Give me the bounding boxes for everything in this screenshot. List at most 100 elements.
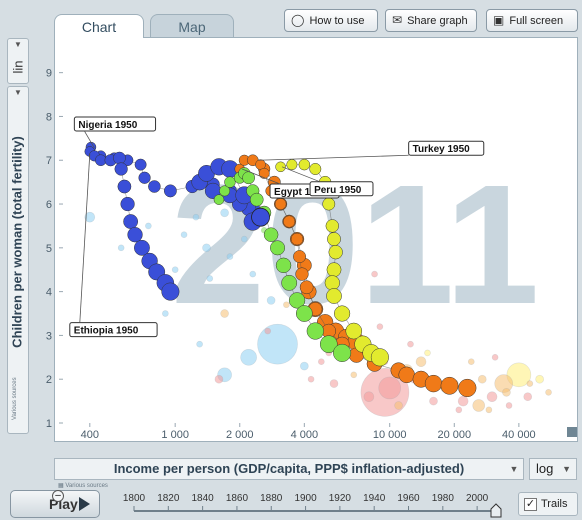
how-to-use-button[interactable]: ◯ How to use: [284, 9, 378, 32]
tab-chart-label: Chart: [81, 19, 117, 35]
timeline-year-label: 1980: [432, 493, 455, 504]
trail-point: [258, 167, 270, 179]
trail-point: [138, 171, 151, 184]
trail-point: [325, 219, 339, 233]
x-various-sources-text: Various sources: [65, 483, 108, 489]
tab-map[interactable]: Map: [150, 14, 234, 38]
x-axis-title-bar[interactable]: Income per person (GDP/capita, PPP$ infl…: [54, 458, 524, 480]
y-tick-label: 7: [46, 155, 52, 167]
timeline-year-label: 1820: [157, 493, 180, 504]
timeline-year-label: 1900: [294, 493, 317, 504]
timeline-year-label: 2000: [466, 493, 489, 504]
trail-point: [293, 250, 307, 264]
resize-icon: [567, 427, 577, 437]
country-bubble: [363, 391, 375, 403]
country-bubble: [192, 213, 200, 221]
timeline-year-label: 1840: [192, 493, 215, 504]
trail-point: [224, 176, 236, 188]
country-bubble: [526, 380, 534, 387]
trail-point: [326, 262, 342, 278]
x-tick-label: 20 000: [437, 429, 471, 441]
country-bubble: [455, 406, 463, 414]
country-bubble: [162, 310, 169, 317]
trail-point: [263, 227, 279, 242]
country-bubble: [485, 406, 493, 414]
trail-point: [328, 245, 343, 260]
trail-point: [334, 305, 351, 322]
country-bubble: [491, 354, 499, 361]
x-dropdown-arrow-icon[interactable]: ▼: [506, 459, 522, 479]
trail-point: [398, 366, 415, 384]
play-icon: [79, 497, 90, 511]
envelope-icon: ✉: [392, 13, 403, 27]
annotation: Nigeria 1950: [73, 116, 157, 149]
country-bubble: [240, 235, 248, 243]
trail-point: [163, 184, 177, 198]
country-bubble: [505, 402, 513, 409]
country-bubble: [220, 208, 229, 218]
country-bubble: [257, 323, 298, 365]
lightbulb-icon: ◯: [291, 13, 305, 27]
timeline-year-label: 1880: [260, 493, 283, 504]
fullscreen-icon: ▣: [493, 13, 505, 27]
trail-point: [134, 158, 147, 171]
trail-point: [213, 194, 225, 205]
country-bubble: [477, 374, 487, 384]
trail-point: [309, 163, 322, 175]
scatter-plot: 2011123456789400 1 000 2 000 4 000 10 000 20 …: [46, 68, 577, 441]
full-screen-button[interactable]: ▣ Full screen: [486, 9, 578, 32]
timeline-year-label: 1800: [123, 493, 146, 504]
country-bubble: [196, 340, 203, 348]
country-bubble: [300, 361, 309, 371]
trail-point: [283, 215, 296, 228]
country-bubble: [180, 231, 188, 238]
country-bubble: [523, 392, 533, 402]
trail-point: [295, 267, 309, 281]
country-bubble: [264, 327, 272, 335]
country-bubble: [329, 379, 339, 388]
x-scale-selector[interactable]: log ▼: [529, 458, 577, 480]
trail-point: [117, 179, 132, 194]
trail-point: [326, 288, 342, 304]
timeline-handle: [490, 503, 502, 518]
x-tick-label: 4 000: [291, 429, 319, 441]
trail-point: [281, 274, 298, 291]
timeline-year-label: 1860: [226, 493, 249, 504]
country-bubble: [472, 399, 486, 412]
country-bubble: [214, 374, 224, 384]
x-scale-arrow-icon: ▼: [562, 464, 571, 474]
country-bubble: [415, 356, 427, 367]
y-tick-label: 6: [46, 199, 52, 211]
speed-knob-icon[interactable]: –: [52, 490, 64, 502]
share-graph-button[interactable]: ✉ Share graph: [385, 9, 477, 32]
country-bubble: [283, 301, 290, 309]
trail-point: [458, 378, 477, 398]
share-graph-label: Share graph: [407, 15, 468, 27]
trails-toggle[interactable]: ✓ Trails: [518, 492, 578, 516]
country-bubble: [486, 391, 498, 403]
country-bubble: [350, 371, 358, 379]
trails-checkbox[interactable]: ✓: [524, 498, 537, 511]
y-dropdown-arrow-icon: ▼: [14, 88, 22, 97]
chart-panel: 2011 1 2 3 4 5 6 7 8 9 400 1 000 2 000 4 000 10 000 20 …: [46, 37, 578, 442]
country-bubble: [206, 275, 214, 282]
trails-label: Trails: [541, 498, 568, 510]
trail-point: [327, 232, 341, 246]
x-axis-title: Income per person (GDP/capita, PPP$ infl…: [113, 461, 465, 476]
country-bubble: [266, 296, 276, 305]
y-various-sources: Various sources: [12, 377, 18, 420]
x-tick-label: 400: [81, 429, 99, 441]
y-tick-label: 8: [46, 111, 52, 123]
country-bubble: [376, 323, 384, 330]
timeline-slider[interactable]: 1800 1820 1840 1860 1880 1900 1920 1940 1960 1980…: [106, 490, 506, 520]
y-tick-label: 4: [46, 287, 52, 299]
tab-chart[interactable]: Chart: [54, 14, 144, 38]
timeline-year-label: 1920: [329, 493, 352, 504]
trail-point: [275, 161, 286, 173]
country-bubble: [202, 243, 211, 253]
country-bubble: [226, 253, 234, 260]
trail-point: [290, 232, 304, 246]
trail-point: [127, 227, 143, 243]
trail-point: [275, 257, 292, 274]
y-scale-selector[interactable]: ▼ lin: [7, 38, 29, 84]
